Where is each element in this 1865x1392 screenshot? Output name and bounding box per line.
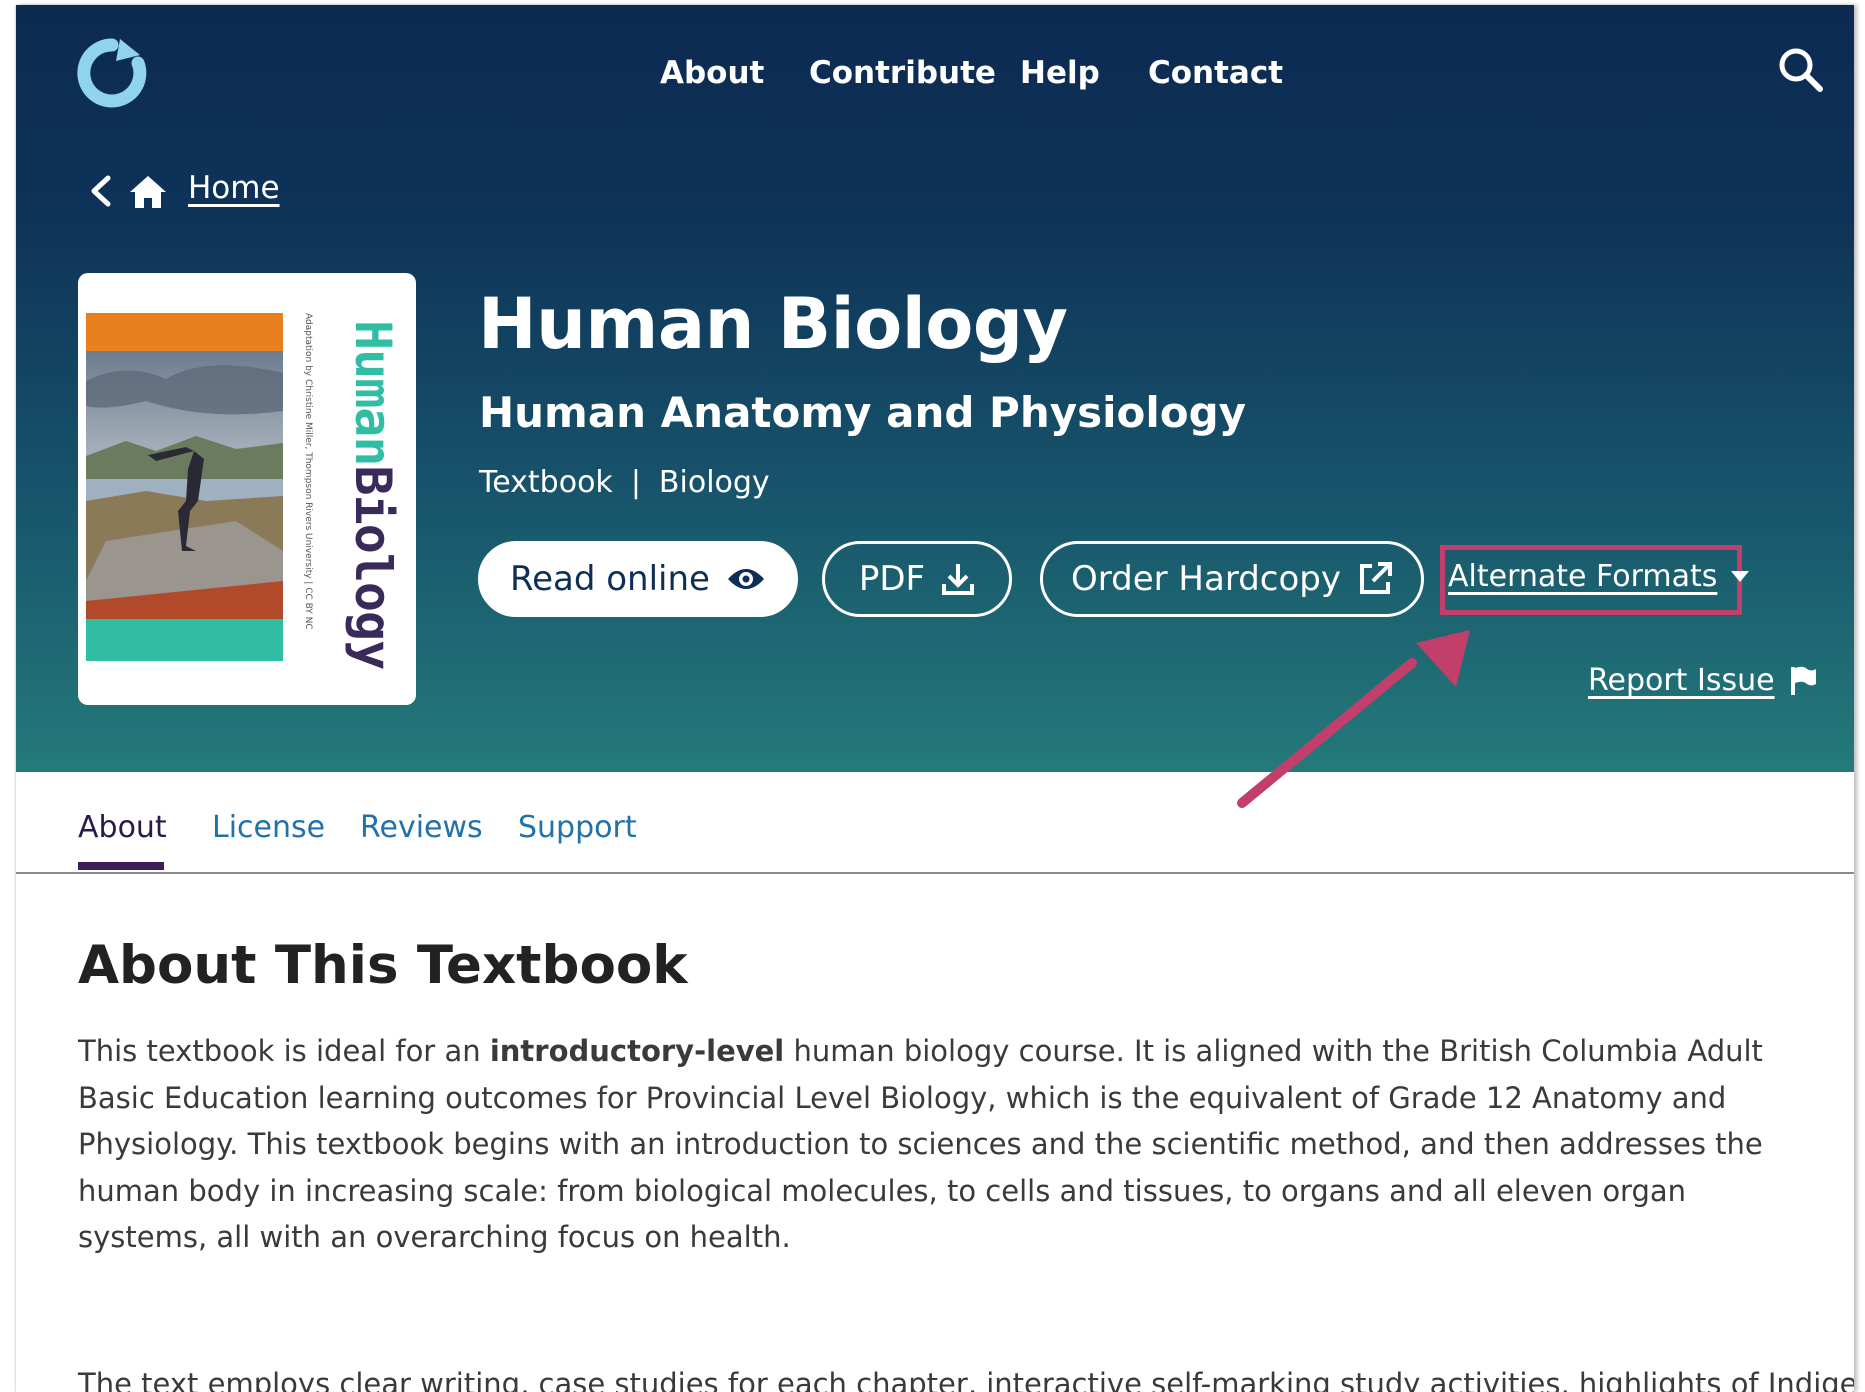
order-hardcopy-label: Order Hardcopy [1071,559,1341,599]
flag-icon [1790,666,1816,695]
book-cover: Adaptation by Christine Miller, Thompson… [78,273,416,705]
book-meta: Textbook | Biology [479,465,770,500]
meta-separator: | [630,465,641,500]
book-subject: Biology [658,465,770,500]
nav-about[interactable]: About [660,55,764,91]
alternate-formats-dropdown[interactable]: Alternate Formats [1448,559,1750,594]
tab-support[interactable]: Support [518,810,637,845]
nav-contribute[interactable]: Contribute [809,55,996,91]
hero-banner: About Contribute Help Contact Home Adapt… [16,5,1854,772]
pdf-download-button[interactable]: PDF [822,541,1012,617]
chevron-left-icon[interactable] [88,174,114,208]
book-subtitle: Human Anatomy and Physiology [479,388,1247,437]
about-section: About This Textbook This textbook is ide… [78,935,1854,1392]
order-hardcopy-button[interactable]: Order Hardcopy [1040,541,1424,617]
book-type: Textbook [479,465,613,500]
search-icon[interactable] [1776,45,1824,93]
about-paragraph-1: This textbook is ideal for an introducto… [78,1034,1763,1254]
caret-down-icon [1731,570,1750,582]
about-heading: About This Textbook [78,935,688,996]
cover-teal-band [86,619,283,661]
tab-about[interactable]: About [78,810,167,845]
tab-reviews[interactable]: Reviews [360,810,483,845]
active-tab-indicator [78,862,164,870]
report-issue-label: Report Issue [1588,663,1775,698]
external-link-icon [1360,562,1392,594]
cover-photo [86,351,283,619]
browser-page: About Contribute Help Contact Home Adapt… [16,5,1854,1392]
cover-credit: Adaptation by Christine Miller, Thompson… [303,313,313,630]
report-issue-link[interactable]: Report Issue [1588,663,1817,698]
eye-icon [727,569,764,589]
download-icon [942,564,975,595]
tab-bar: About License Reviews Support [16,772,1854,874]
alternate-formats-label: Alternate Formats [1448,559,1718,594]
site-logo-icon[interactable] [76,37,148,109]
cover-title: HumanBiology [344,320,402,670]
about-paragraph-2: The text employs clear writing, case stu… [78,1366,1854,1392]
read-online-button[interactable]: Read online [478,541,798,617]
read-online-label: Read online [510,559,710,599]
tab-license[interactable]: License [212,810,325,845]
nav-help[interactable]: Help [1020,55,1100,91]
breadcrumb-home-link[interactable]: Home [188,170,280,206]
nav-contact[interactable]: Contact [1148,55,1283,91]
home-icon [130,176,166,208]
pdf-label: PDF [858,559,926,599]
cover-orange-band [86,313,283,351]
book-title: Human Biology [478,283,1068,365]
